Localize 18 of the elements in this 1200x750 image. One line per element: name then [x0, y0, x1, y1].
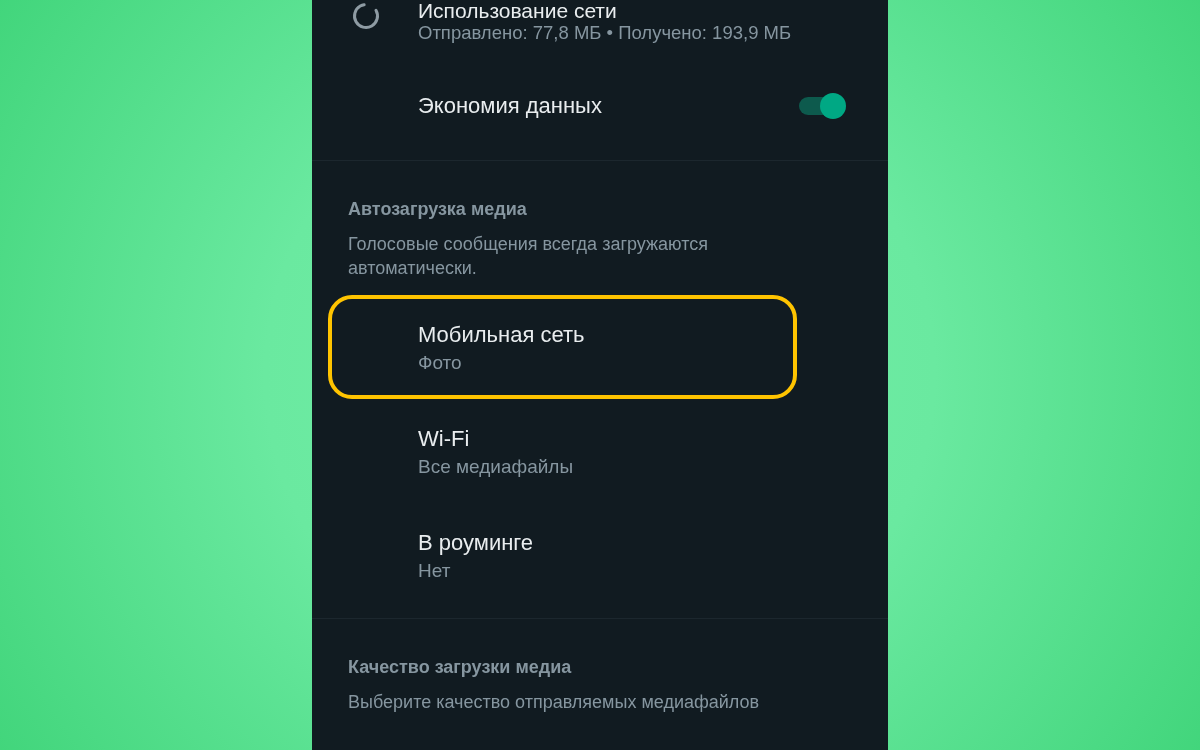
settings-item[interactable]: В роуминге Нет [328, 503, 797, 607]
item-title: В роуминге [418, 530, 534, 556]
item-title: Мобильная сеть [418, 322, 585, 348]
item-value: Все медиафайлы [418, 456, 574, 478]
section-header: Автозагрузка медиа [348, 198, 527, 220]
item-value: Фото [418, 352, 462, 374]
section-header: Качество загрузки медиа [348, 656, 572, 678]
section-description: Выберите качество отправляемых медиафайлов [348, 691, 760, 714]
item-value: Нет [418, 560, 451, 582]
settings-item[interactable]: Wi-Fi Все медиафайлы [328, 399, 797, 503]
setting-subtitle: Отправлено: 77,8 МБ • Получено: 193,9 МБ [418, 22, 792, 44]
loading-ring-icon [352, 2, 380, 30]
settings-item[interactable]: Мобильная сеть Фото [328, 295, 797, 399]
section-description: Голосовые сообщения всегда загружаются автоматически. [348, 233, 709, 280]
item-title: Wi-Fi [418, 426, 470, 452]
toggle-switch[interactable] [799, 93, 846, 119]
setting-title[interactable]: Использование сети [418, 0, 617, 22]
setting-label: Экономия данных [418, 92, 603, 120]
